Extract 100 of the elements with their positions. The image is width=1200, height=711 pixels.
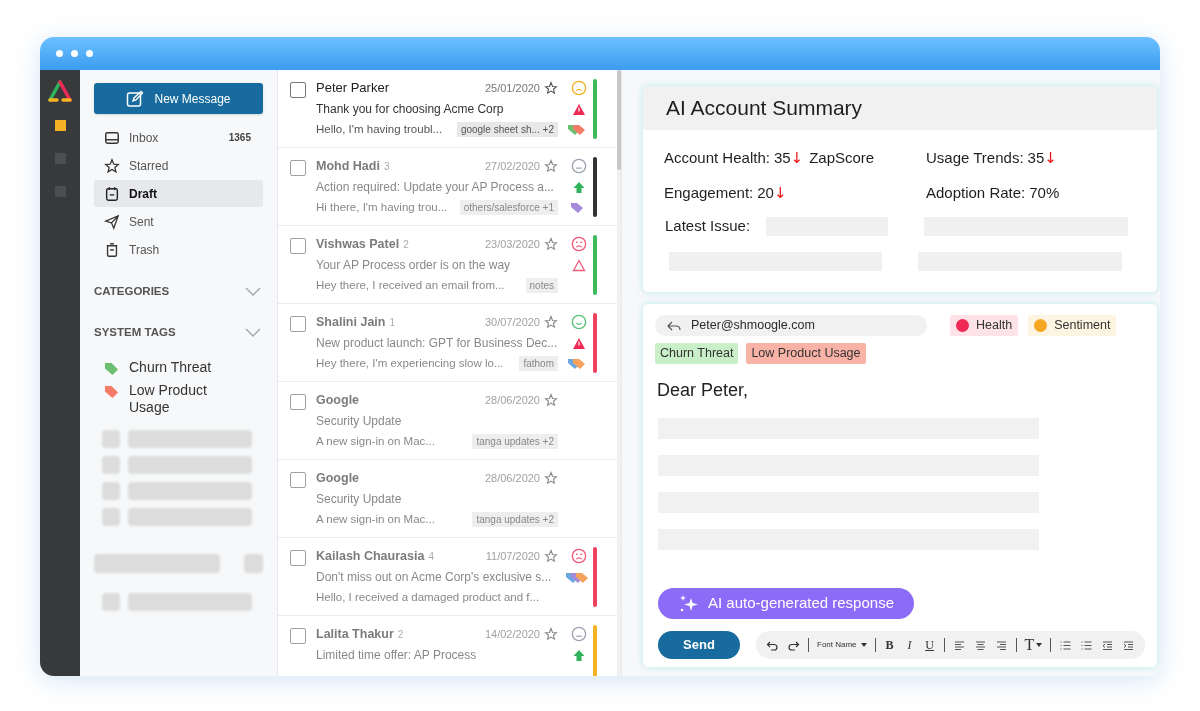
tag-label[interactable]: Churn Threat (129, 359, 229, 376)
email-preview: Hi there, I'm having trou... (316, 200, 448, 215)
section-heading: SYSTEM TAGS (94, 324, 176, 340)
indent-icon[interactable] (1122, 638, 1136, 652)
align-center-icon[interactable] (973, 638, 987, 652)
email-tag: fathom (519, 356, 558, 372)
metric-value: 35 (773, 147, 791, 168)
ai-response-button[interactable]: AI auto-generated response (658, 588, 914, 619)
star-icon[interactable] (544, 549, 558, 563)
metric-label: Engagement: (664, 182, 754, 203)
metric-value: 70% (1029, 182, 1060, 203)
format-button[interactable]: B (883, 636, 896, 654)
section-heading: CATEGORIES (94, 283, 170, 299)
recipient-email: Peter@shmoogle.com (691, 317, 815, 335)
thread-count: 2 (403, 237, 409, 252)
checkbox[interactable] (290, 160, 306, 176)
greeting-text: Dear Peter, (657, 379, 750, 402)
trend-arrow: ↓ (790, 147, 804, 169)
checkbox[interactable] (290, 238, 306, 254)
chevron-icon[interactable] (245, 327, 261, 338)
nav-item[interactable]: Trash (94, 236, 263, 263)
skeleton-icon (102, 508, 120, 526)
scrollbar-thumb[interactable] (617, 70, 621, 170)
email-row[interactable]: Google 28/06/2020 Security Update A new sign-in on Mac... tanga updates +2 (278, 382, 617, 460)
text-size-button[interactable]: T (1024, 633, 1043, 657)
nav-item[interactable]: Draft (94, 180, 263, 207)
email-subject: Your AP Process order is on the way (316, 257, 512, 274)
nav-item[interactable]: Sent (94, 208, 263, 235)
align-left-icon[interactable] (952, 638, 966, 652)
thread-count: 2 (397, 627, 404, 642)
email-row[interactable]: Google 28/06/2020 Security Update A new sign-in on Mac... tanga updates +2 (278, 460, 617, 538)
email-tag: tanga updates +2 (472, 512, 558, 528)
new-message-button[interactable]: New Message (94, 83, 263, 114)
metric-label: Adoption Rate: (926, 182, 1026, 203)
sender-name: Kailash Chaurasia (316, 547, 425, 565)
email-date: 11/07/2020 (485, 548, 540, 564)
email-preview: Hey there, I'm experiencing slow lo... (316, 356, 504, 371)
email-tag: notes (525, 278, 558, 294)
sender-name: Shalini Jain (316, 313, 386, 331)
metric-value: 20 (757, 182, 774, 203)
sender-name: Peter Parker (316, 79, 389, 98)
tag-label[interactable]: Low Product Usage (129, 382, 229, 416)
recipient-field[interactable]: Peter@shmoogle.com (655, 315, 927, 336)
star-icon[interactable] (544, 81, 558, 95)
checkbox[interactable] (290, 628, 306, 644)
nav-item[interactable]: Starred (94, 152, 263, 179)
star-icon[interactable] (544, 159, 558, 173)
email-subject: Security Update (316, 413, 403, 430)
email-date: 25/01/2020 (484, 80, 540, 96)
email-date: 28/06/2020 (484, 470, 540, 486)
chevron-icon[interactable] (245, 286, 261, 297)
sender-name: Lalita Thakur (316, 625, 394, 643)
outdent-icon[interactable] (1101, 638, 1115, 652)
email-preview: A new sign-in on Mac... (316, 434, 435, 449)
nav-item[interactable]: Inbox 1365 (94, 124, 263, 151)
star-icon[interactable] (544, 237, 558, 251)
sender-name: Google (316, 391, 360, 409)
sparkle-icon (678, 593, 700, 614)
skeleton-icon (244, 554, 263, 573)
email-tag: tanga updates +2 (472, 434, 558, 450)
star-icon[interactable] (544, 315, 558, 329)
email-subject: Thank you for choosing Acme Corp (316, 101, 505, 118)
skeleton-icon (102, 593, 120, 611)
list-icon[interactable] (1059, 638, 1073, 652)
format-button[interactable]: U (923, 636, 936, 654)
thread-count: 4 (428, 549, 434, 564)
app-icon[interactable] (54, 120, 66, 131)
format-button[interactable]: I (903, 636, 916, 654)
email-date: 28/06/2020 (484, 392, 540, 408)
checkbox[interactable] (290, 472, 306, 488)
email-row[interactable]: Vishwas Patel 2 23/03/2020 Your AP Process order is on the way Hey there, I received an email from... notes (278, 226, 617, 304)
email-subject: Don't miss out on Acme Corp's exclusive s... (316, 569, 553, 586)
email-tag: google sheet sh... +2 (456, 122, 558, 138)
thread-count: 3 (383, 159, 390, 174)
checkbox[interactable] (290, 550, 306, 566)
skeleton-icon (102, 456, 120, 474)
send-button[interactable]: Send (658, 631, 740, 659)
checkbox[interactable] (290, 82, 306, 98)
star-icon[interactable] (544, 471, 558, 485)
email-row[interactable]: Kailash Chaurasia 4 11/07/2020 Don't miss out on Acme Corp's exclusive s... Hello, I received a damaged product and f... (278, 538, 617, 616)
align-right-icon[interactable] (994, 638, 1008, 652)
list-icon[interactable] (1080, 638, 1094, 652)
star-icon[interactable] (544, 627, 558, 641)
email-row[interactable]: Shalini Jain 1 30/07/2020 New product launch: GPT for Business Dec... Hey there, I'm experiencing slow lo... fathom (278, 304, 617, 382)
sender-name: Vishwas Patel (316, 235, 400, 253)
email-date: 27/02/2020 (484, 158, 540, 174)
email-preview: Hello, I'm having troubl... (316, 122, 443, 137)
trend-arrow: ↓ (1044, 147, 1057, 169)
email-row[interactable]: Peter Parker 25/01/2020 Thank you for choosing Acme Corp Hello, I'm having troubl... google sheet sh... +2 (278, 70, 617, 148)
checkbox[interactable] (290, 394, 306, 410)
caret-icon (1036, 643, 1043, 647)
font-dropdown[interactable]: Font Name (817, 639, 867, 651)
checkbox[interactable] (290, 316, 306, 332)
email-row[interactable]: Mohd Hadi 3 27/02/2020 Action required: Update your AP Process a... Hi there, I'm having trou... others/salesforce +1 (278, 148, 617, 226)
sender-name: Mohd Hadi (316, 157, 380, 175)
email-subject: New product launch: GPT for Business Dec... (316, 335, 558, 352)
email-preview: Hello, I received a damaged product and f... (316, 590, 540, 605)
indicator-label: Health (976, 317, 1013, 335)
star-icon[interactable] (544, 393, 558, 407)
email-date: 14/02/2020 (484, 626, 540, 642)
